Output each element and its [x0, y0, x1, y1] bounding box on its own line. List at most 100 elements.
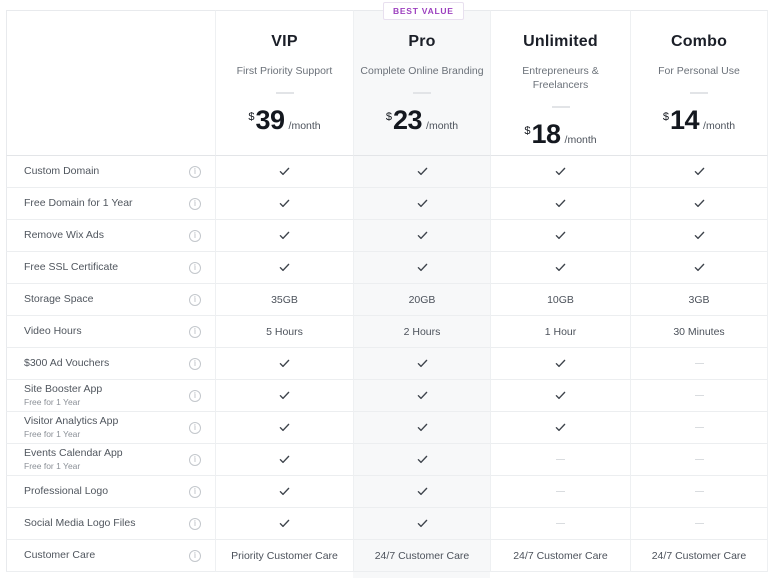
feature-value: 35GB	[215, 284, 353, 316]
dash-icon	[695, 491, 704, 492]
check-icon	[555, 262, 566, 273]
check-icon	[215, 476, 353, 508]
check-icon	[417, 198, 428, 209]
feature-text: Customer Care	[24, 549, 95, 562]
info-icon[interactable]: i	[189, 294, 201, 306]
check-icon	[279, 262, 290, 273]
info-icon[interactable]: i	[189, 454, 201, 466]
info-icon[interactable]: i	[189, 486, 201, 498]
info-icon-glyph: i	[194, 231, 196, 239]
check-icon	[490, 252, 630, 284]
info-icon[interactable]: i	[189, 390, 201, 402]
check-icon	[279, 390, 290, 401]
check-icon	[279, 422, 290, 433]
feature-sublabel: Free for 1 Year	[24, 461, 123, 472]
feature-label: Social Media Logo Files	[24, 517, 135, 530]
plan-name: Unlimited	[523, 33, 598, 51]
info-icon[interactable]: i	[189, 326, 201, 338]
feature-value: 30 Minutes	[630, 316, 768, 348]
info-icon-glyph: i	[194, 391, 196, 399]
feature-value: 2 Hours	[353, 316, 490, 348]
feature-row-label: Professional Logo i	[6, 476, 215, 508]
check-icon	[215, 156, 353, 188]
plan-price: $ 14 /month	[663, 107, 735, 134]
feature-text: Social Media Logo Files	[24, 517, 135, 530]
info-icon[interactable]: i	[189, 262, 201, 274]
info-icon[interactable]: i	[189, 358, 201, 370]
check-icon	[279, 198, 290, 209]
feature-sublabel: Free for 1 Year	[24, 429, 118, 440]
price-amount: 14	[670, 107, 699, 134]
plan-divider	[690, 92, 708, 94]
info-icon[interactable]: i	[189, 422, 201, 434]
plan-name: VIP	[271, 33, 297, 51]
dash-icon	[490, 476, 630, 508]
feature-text: Storage Space	[24, 293, 93, 306]
info-icon-glyph: i	[194, 167, 196, 175]
check-icon	[215, 252, 353, 284]
feature-text: Visitor Analytics AppFree for 1 Year	[24, 415, 118, 440]
feature-value: Priority Customer Care	[215, 540, 353, 572]
plan-divider	[552, 106, 570, 108]
header-corner-empty	[6, 10, 215, 156]
plan-header-combo[interactable]: Combo For Personal Use $ 14 /month	[630, 10, 768, 156]
plan-name: Combo	[671, 33, 727, 51]
dash-icon	[630, 444, 768, 476]
feature-value: 3GB	[630, 284, 768, 316]
price-period: /month	[565, 134, 597, 146]
feature-text: Professional Logo	[24, 485, 108, 498]
info-icon[interactable]: i	[189, 230, 201, 242]
check-icon	[490, 348, 630, 380]
feature-value: 10GB	[490, 284, 630, 316]
feature-row-label: Custom Domaini	[6, 156, 215, 188]
plan-header-vip[interactable]: VIP First Priority Support $ 39 /month	[215, 10, 353, 156]
check-icon	[694, 230, 705, 241]
plan-price: $ 18 /month	[524, 121, 596, 148]
check-icon	[215, 412, 353, 444]
feature-label: $300 Ad Vouchers	[24, 357, 109, 370]
info-icon[interactable]: i	[189, 198, 201, 210]
feature-text: Free Domain for 1 Year	[24, 197, 133, 210]
feature-label: Video Hours	[24, 325, 82, 338]
dash-icon	[630, 380, 768, 412]
feature-label: Storage Space	[24, 293, 93, 306]
feature-row-label: Video Hours i	[6, 316, 215, 348]
check-icon	[555, 390, 566, 401]
feature-value: 24/7 Customer Care	[353, 540, 490, 572]
feature-text: Video Hours	[24, 325, 82, 338]
plan-header-pro[interactable]: Pro Complete Online Branding $ 23 /month	[353, 10, 490, 156]
check-icon	[279, 230, 290, 241]
plan-tagline: Entrepreneurs & Freelancers	[499, 64, 623, 92]
check-icon	[353, 444, 490, 476]
price-period: /month	[703, 120, 735, 132]
feature-value: 5 Hours	[215, 316, 353, 348]
best-value-badge: BEST VALUE	[383, 2, 464, 20]
dash-icon	[630, 348, 768, 380]
check-icon	[417, 486, 428, 497]
plan-header-unlimited[interactable]: Unlimited Entrepreneurs & Freelancers $ …	[490, 10, 630, 156]
check-icon	[215, 444, 353, 476]
feature-text: Free SSL Certificate	[24, 261, 118, 274]
feature-value: 1 Hour	[490, 316, 630, 348]
currency-symbol: $	[386, 111, 392, 123]
info-icon[interactable]: i	[189, 166, 201, 178]
info-icon[interactable]: i	[189, 550, 201, 562]
info-icon-glyph: i	[194, 519, 196, 527]
feature-label: Site Booster App	[24, 383, 102, 396]
feature-value: 20GB	[353, 284, 490, 316]
plan-divider	[276, 92, 294, 94]
check-icon	[417, 454, 428, 465]
check-icon	[417, 262, 428, 273]
check-icon	[417, 166, 428, 177]
check-icon	[279, 454, 290, 465]
check-icon	[555, 422, 566, 433]
feature-label: Visitor Analytics App	[24, 415, 118, 428]
dash-icon	[695, 523, 704, 524]
check-icon	[417, 518, 428, 529]
check-icon	[215, 380, 353, 412]
info-icon[interactable]: i	[189, 518, 201, 530]
check-icon	[630, 188, 768, 220]
price-amount: 18	[531, 121, 560, 148]
check-icon	[353, 252, 490, 284]
check-icon	[417, 358, 428, 369]
